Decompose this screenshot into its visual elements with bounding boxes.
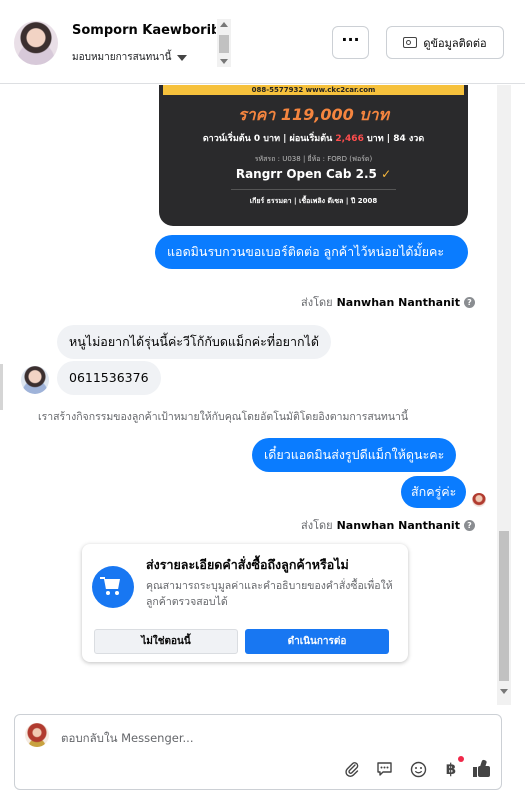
attachment-icon[interactable] [342,759,362,779]
reply-input[interactable]: ตอบกลับใน Messenger... [61,730,193,748]
product-specs: เกียร์ ธรรมดา | เชื้อเพลิง ดีเซล | ปี 20… [249,197,378,205]
help-icon[interactable]: ? [463,519,475,531]
contact-avatar[interactable] [14,21,58,65]
message-outgoing[interactable]: แอดมินรบกวนขอเบอร์ติดต่อ ลูกค้าไว้หน่อยไ… [155,235,468,269]
order-details-prompt: ส่งรายละเอียดคำสั่งซื้อถึงลูกค้าหรือไม่ … [82,544,408,662]
scrollbar-thumb[interactable] [499,531,509,681]
message-incoming[interactable]: หนูไม่อยากได้รุ่นนี้ค่ะวีโก้กับดแม็กค่ะท… [57,325,331,359]
product-model: Rangrr Open Cab 2.5 ✓ [235,167,392,181]
notification-dot [458,756,464,762]
view-contact-info-label: ดูข้อมูลติดต่อ [423,36,487,50]
left-panel-edge [0,364,3,410]
product-divider [231,189,396,190]
assign-conversation-dropdown[interactable]: มอบหมายการสนทนานี้ [72,50,188,65]
sent-by-label: ส่งโดย Nanwhan Nanthanit ? [301,516,475,534]
sender-name: Nanwhan Nanthanit [336,295,460,309]
payment-icon[interactable]: ฿ [441,756,464,779]
check-circle-icon: ✓ [381,167,392,181]
contact-card-icon [403,37,418,48]
scroll-down-arrow-icon[interactable] [500,689,508,694]
scroll-down-arrow-icon[interactable] [220,59,228,64]
sender-name: Nanwhan Nanthanit [336,518,460,532]
not-now-button[interactable]: ไม่ใช่ตอนนี้ [94,629,238,654]
header-scrollbar[interactable] [217,19,231,67]
order-prompt-description: คุณสามารถระบุมูลค่าและคำอธิบายของคำสั่งซ… [146,580,393,608]
scrollbar-thumb[interactable] [219,35,229,53]
scroll-up-arrow-icon[interactable] [220,22,228,27]
baht-symbol: ฿ [445,760,457,778]
help-icon[interactable]: ? [463,296,475,308]
page-avatar [25,723,49,747]
cart-icon [92,566,134,608]
assign-label: มอบหมายการสนทนานี้ [72,52,172,63]
message-incoming[interactable]: 0611536376 [57,361,161,395]
view-contact-info-button[interactable]: ดูข้อมูลติดต่อ [386,26,504,59]
reply-composer[interactable]: ตอบกลับใน Messenger... ฿ [14,714,502,790]
contact-avatar-small[interactable] [21,366,49,394]
product-image-message[interactable]: 088-5577932 www.ckc2car.com ราคา 119,000… [159,85,468,226]
product-phone-strip: 088-5577932 www.ckc2car.com [163,85,464,95]
product-payment-terms: ดาวน์เริ่มต้น 0 บาท | ผ่อนเริ่มต้น 2,466… [202,134,425,144]
thread-scrollbar[interactable] [497,85,511,705]
emoji-icon[interactable] [408,759,428,779]
saved-reply-icon[interactable] [374,759,394,779]
contact-name[interactable]: Somporn Kaewboribat [72,23,216,38]
monthly-payment-value: 2,466 [335,134,364,144]
message-outgoing[interactable]: สักครู่ค่ะ [401,476,467,508]
more-options-button[interactable]: ··· [332,26,369,59]
seen-by-avatar [472,493,486,507]
message-outgoing[interactable]: เดี๋ยวแอดมินส่งรูปดีแม็กให้ดูนะคะ [252,438,457,472]
continue-button[interactable]: ดำเนินการต่อ [245,629,389,654]
product-price: ราคา 119,000 บาท [238,105,389,124]
sent-by-label: ส่งโดย Nanwhan Nanthanit ? [301,293,475,311]
system-notice: เราสร้างกิจกรรมของลูกค้าเป้าหมายให้กับคุ… [38,411,409,423]
product-meta: รหัสรถ : U038 | ยี่ห้อ : FORD (ฟอร์ด) [254,155,373,163]
caret-down-icon [177,54,188,61]
order-prompt-title: ส่งรายละเอียดคำสั่งซื้อถึงลูกค้าหรือไม่ [146,557,349,572]
like-icon[interactable] [472,759,492,779]
conversation-header: Somporn Kaewboribat มอบหมายการสนทนานี้ ·… [0,0,525,84]
